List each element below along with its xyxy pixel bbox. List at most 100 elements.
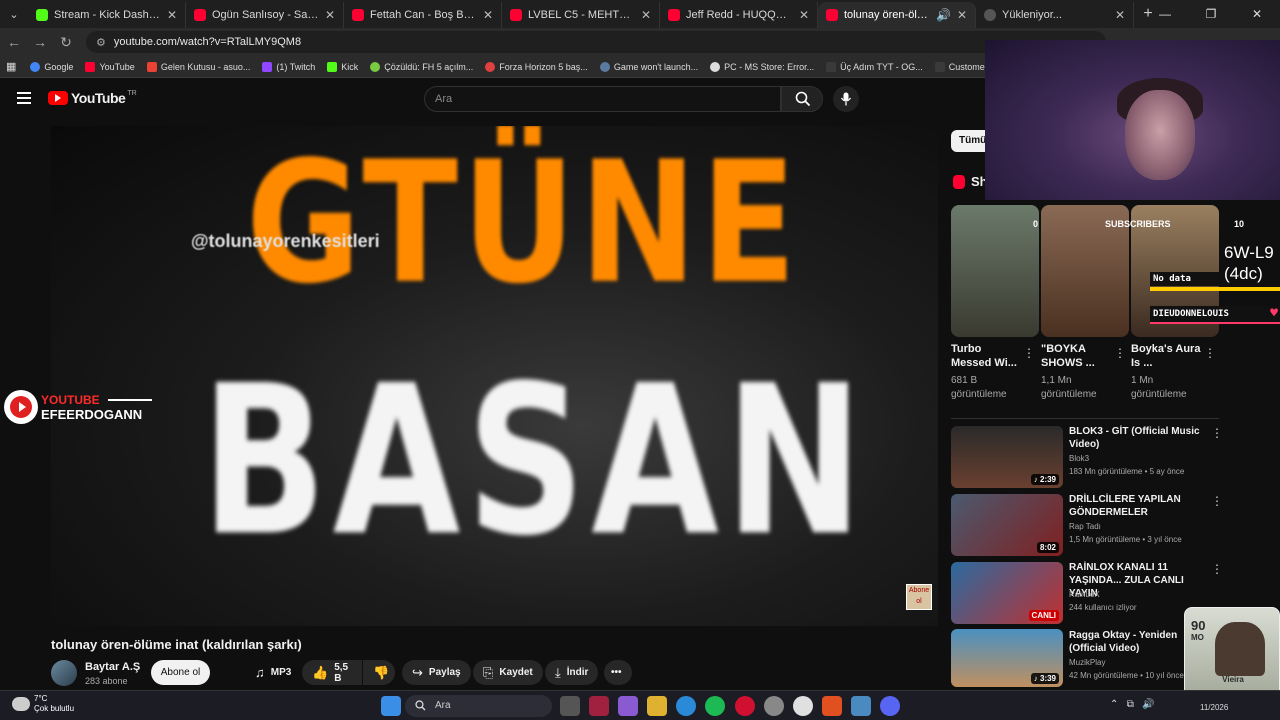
more-actions-button[interactable]: ••• xyxy=(604,660,632,685)
opera-icon[interactable] xyxy=(735,696,755,716)
reload-icon[interactable]: ↻ xyxy=(54,34,78,51)
search-button[interactable] xyxy=(781,86,823,112)
card-rating: 90 xyxy=(1191,618,1206,633)
channel-name[interactable]: MuzikPlay xyxy=(1069,658,1105,667)
browser-tab[interactable]: Stream - Kick Dashboard ✕ xyxy=(28,2,186,28)
dislike-button[interactable]: 👎 xyxy=(363,660,395,685)
download-button[interactable]: ⤓ İndir xyxy=(545,660,599,685)
apps-icon[interactable]: ▦ xyxy=(6,60,16,73)
tab-search-icon[interactable]: ⌄ xyxy=(0,0,28,28)
bookmark-item[interactable]: Forza Horizon 5 baş... xyxy=(485,61,588,72)
subscriber-count: 283 abone xyxy=(85,676,128,686)
file-explorer-icon[interactable] xyxy=(647,696,667,716)
video-title-link[interactable]: DRİLLCİLERE YAPILAN GÖNDERMELER xyxy=(1069,493,1205,519)
share-button[interactable]: ↪ Paylaş xyxy=(402,660,471,685)
channel-name[interactable]: Rap Tadı xyxy=(1069,522,1101,531)
tab-close-icon[interactable]: ✕ xyxy=(957,8,967,22)
forward-icon[interactable]: → xyxy=(28,34,52,50)
maximize-icon[interactable]: ❐ xyxy=(1188,0,1234,28)
taskbar-search[interactable]: Ara xyxy=(405,695,552,717)
site-info-icon[interactable]: ⚙ xyxy=(96,36,106,49)
voice-search-button[interactable] xyxy=(833,86,859,112)
kick-favicon-icon xyxy=(36,9,48,21)
loading-favicon-icon xyxy=(984,9,996,21)
app-icon[interactable] xyxy=(589,696,609,716)
more-vert-icon[interactable]: ⋮ xyxy=(1211,494,1223,508)
copilot-icon[interactable] xyxy=(618,696,638,716)
weather-temp: 7°C xyxy=(34,694,48,703)
app-icon[interactable] xyxy=(822,696,842,716)
more-vert-icon[interactable]: ⋮ xyxy=(1211,562,1223,576)
bookmark-item[interactable]: (1) Twitch xyxy=(262,61,315,72)
subscribe-button[interactable]: Abone ol xyxy=(151,660,210,685)
video-duration: ♪ 2:39 xyxy=(1030,474,1059,485)
bookmark-item[interactable]: Üç Adım TYT - OG... xyxy=(826,61,923,72)
back-icon[interactable]: ← xyxy=(2,34,26,50)
more-vert-icon[interactable]: ⋮ xyxy=(1114,346,1126,360)
save-button[interactable]: ⎘ Kaydet xyxy=(473,660,543,685)
search-input[interactable]: Ara xyxy=(424,86,781,112)
discord-icon[interactable] xyxy=(880,696,900,716)
video-player[interactable]: GTÜNE @tolunayorenkesitleri BASAN Abone … xyxy=(51,126,938,626)
channel-name[interactable]: RainLoX xyxy=(1069,590,1100,599)
close-window-icon[interactable]: ✕ xyxy=(1234,0,1280,28)
edge-icon[interactable] xyxy=(676,696,696,716)
browser-tab[interactable]: LVBEL C5 - MEHTERAN REMIX ✕ xyxy=(502,2,660,28)
bookmark-item[interactable]: PC - MS Store: Error... xyxy=(710,61,814,72)
windows-start-icon[interactable] xyxy=(381,696,401,716)
browser-tab[interactable]: Jeff Redd - HUQQA Ft Aleyna T ✕ xyxy=(660,2,818,28)
app-icon[interactable] xyxy=(851,696,871,716)
tab-close-icon[interactable]: ✕ xyxy=(325,8,335,22)
window-controls: — ❐ ✕ xyxy=(1142,0,1280,28)
address-bar[interactable]: ⚙ youtube.com/watch?v=RTalLMY9QM8 xyxy=(86,31,1106,53)
channel-name[interactable]: Baytar A.Ş xyxy=(85,661,140,673)
browser-tab[interactable]: Ogün Sanlısoy - Saydım - YouT ✕ xyxy=(186,2,344,28)
short-thumbnail[interactable] xyxy=(951,205,1039,337)
youtube-favicon-icon xyxy=(826,9,838,21)
subscribe-corner-badge[interactable]: Abone ol xyxy=(906,584,932,610)
speaker-icon[interactable]: 🔊 xyxy=(936,8,951,22)
channel-name[interactable]: Blok3 xyxy=(1069,454,1089,463)
task-view-icon[interactable] xyxy=(560,696,580,716)
tab-label: Ogün Sanlısoy - Saydım - YouT xyxy=(212,9,319,21)
bookmark-item[interactable]: Google xyxy=(30,61,73,72)
app-icon[interactable] xyxy=(764,696,784,716)
bookmark-item[interactable]: Game won't launch... xyxy=(599,61,698,72)
short-title[interactable]: Turbo Messed Wi... xyxy=(951,342,1021,370)
tab-close-icon[interactable]: ✕ xyxy=(641,8,651,22)
spotify-icon[interactable] xyxy=(705,696,725,716)
short-title[interactable]: Boyka's Aura Is ... xyxy=(1131,342,1201,370)
browser-tab-active[interactable]: tolunay ören-ölüme inat (k 🔊 ✕ xyxy=(818,2,976,28)
bookmark-item[interactable]: Gelen Kutusu - asuo... xyxy=(146,61,250,72)
tab-close-icon[interactable]: ✕ xyxy=(167,8,177,22)
browser-tab[interactable]: Yükleniyor... ✕ xyxy=(976,2,1134,28)
tab-close-icon[interactable]: ✕ xyxy=(483,8,493,22)
system-tray[interactable]: ⌃ ⧉ 🔊 xyxy=(1110,699,1155,710)
mp3-button[interactable]: ♫ MP3 xyxy=(245,660,301,685)
minimize-icon[interactable]: — xyxy=(1142,0,1188,28)
tab-close-icon[interactable]: ✕ xyxy=(1115,8,1125,22)
more-vert-icon[interactable]: ⋮ xyxy=(1204,346,1216,360)
tab-close-icon[interactable]: ✕ xyxy=(799,8,809,22)
video-title-link[interactable]: BLOK3 - GİT (Official Music Video) xyxy=(1069,425,1205,451)
channel-avatar[interactable] xyxy=(51,660,77,686)
video-thumbnail[interactable]: ♪ 3:39 xyxy=(951,629,1063,687)
tab-label: Jeff Redd - HUQQA Ft Aleyna T xyxy=(686,9,793,21)
like-button[interactable]: 👍 5,5 B xyxy=(302,660,362,685)
bookmark-item[interactable]: Çözüldü: FH 5 açılm... xyxy=(370,61,473,72)
video-thumbnail[interactable]: CANLI xyxy=(951,562,1063,624)
bookmark-icon: ⎘ xyxy=(483,664,494,680)
bookmark-item[interactable]: Kick xyxy=(327,61,358,72)
youtube-logo[interactable]: YouTube TR xyxy=(48,90,137,106)
video-thumbnail[interactable]: ♪ 2:39 xyxy=(951,426,1063,488)
video-thumbnail[interactable]: 8:02 xyxy=(951,494,1063,556)
more-vert-icon[interactable]: ⋮ xyxy=(1211,426,1223,440)
player-photo xyxy=(1215,622,1265,676)
weather-widget[interactable]: 7°C Çok bulutlu xyxy=(12,694,74,714)
menu-icon[interactable] xyxy=(17,92,31,107)
chrome-icon[interactable] xyxy=(793,696,813,716)
short-title[interactable]: "BOYKA SHOWS ... xyxy=(1041,342,1111,370)
browser-tab[interactable]: Fettah Can - Boş Bardak - YouT ✕ xyxy=(344,2,502,28)
bookmark-item[interactable]: YouTube xyxy=(85,61,135,72)
more-vert-icon[interactable]: ⋮ xyxy=(1023,346,1035,360)
